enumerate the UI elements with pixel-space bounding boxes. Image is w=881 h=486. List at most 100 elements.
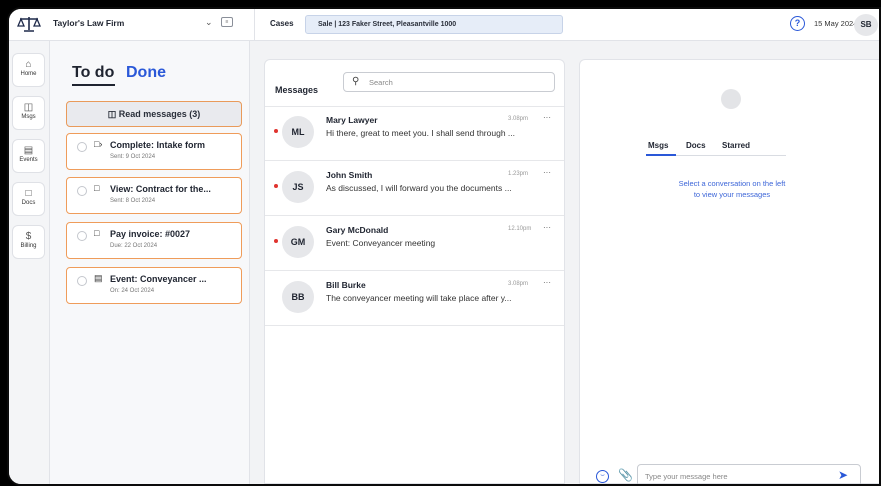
active-tab-underline [646,154,676,156]
tab-done[interactable]: Done [126,64,166,82]
message-input[interactable]: Type your message here ➤ [637,464,861,484]
sidebar-item-label: Docs [21,200,36,206]
sidebar-item-home[interactable]: ⌂ Home [12,53,45,87]
search-input[interactable]: ⚲ Search [343,72,555,92]
message-time: 12.10pm [508,226,532,232]
message-preview: Hi there, great to meet you. I shall sen… [326,128,515,138]
message-item[interactable]: GM Gary McDonald 12.10pm ··· Event: Conv… [265,217,564,271]
unread-dot [274,184,278,188]
app-window: Taylor's Law Firm ⌄ ≡ Cases Sale | 123 F… [7,7,881,486]
task-checkbox[interactable] [77,142,87,152]
sidebar-item-label: Billing [20,243,37,249]
search-icon: ⚲ [352,76,360,87]
messages-panel: Messages ⚲ Search ML Mary Lawyer 3.08pm … [264,59,565,484]
more-options-icon[interactable]: ··· [543,278,551,287]
scales-logo-icon[interactable] [17,16,41,32]
search-placeholder: Search [369,78,393,87]
task-date: Sent: 9 Oct 2024 [110,154,156,160]
avatar: JS [282,171,314,203]
sidebar: ⌂ Home ◫ Msgs ▤ Events □ Docs $ Billing [9,41,50,484]
sidebar-item-label: Msgs [21,114,36,120]
dollar-icon: $ [25,231,32,242]
tab-msgs[interactable]: Msgs [648,141,668,150]
empty-state-line: to view your messages [693,190,771,199]
message-preview: The conveyancer meeting will take place … [326,293,512,303]
tab-docs[interactable]: Docs [686,141,706,150]
task-date: Sent: 8 Oct 2024 [110,198,156,204]
sidebar-item-billing[interactable]: $ Billing [12,225,45,259]
message-time: 1.23pm [508,171,529,177]
send-icon[interactable]: ➤ [838,468,848,482]
empty-state-line: Select a conversation on the left [678,179,786,188]
message-preview: As discussed, I will forward you the doc… [326,183,512,193]
cases-label: Cases [270,19,294,28]
current-date: 15 May 2024 [814,19,858,28]
avatar [721,89,741,109]
home-icon: ⌂ [25,59,32,70]
document-arrow-icon: □› [94,139,103,149]
messages-title: Messages [275,85,319,95]
sidebar-item-label: Home [20,71,37,77]
tab-todo[interactable]: To do [72,64,114,82]
avatar: BB [282,281,314,313]
message-input-placeholder: Type your message here [645,472,728,481]
task-title: Complete: Intake form [110,140,206,150]
calendar-icon: ▤ [94,273,103,283]
task-item[interactable]: □› Complete: Intake form Sent: 9 Oct 202… [66,133,242,170]
unread-dot [274,129,278,133]
task-item[interactable]: □ View: Contract for the... Sent: 8 Oct … [66,177,242,214]
active-tab-underline [72,84,115,86]
todo-panel: To do Done ◫ Read messages (3) □› Comple… [50,41,250,484]
user-avatar[interactable]: SB [854,14,878,36]
help-icon[interactable]: ? [790,16,805,31]
task-title: Event: Conveyancer ... [110,274,207,284]
more-options-icon[interactable]: ··· [543,223,551,232]
message-time: 3.08pm [508,116,529,122]
chat-icon: ◫ [107,109,117,119]
read-messages-button[interactable]: ◫ Read messages (3) [66,101,242,127]
case-selector[interactable]: Sale | 123 Faker Street, Pleasantville 1… [305,15,563,34]
task-date: Due: 22 Oct 2024 [110,243,158,249]
sidebar-item-events[interactable]: ▤ Events [12,139,45,173]
message-time: 3.08pm [508,281,529,287]
message-item[interactable]: JS John Smith 1.23pm ··· As discussed, I… [265,162,564,216]
sender-name: Gary McDonald [326,225,389,235]
sender-name: Mary Lawyer [326,115,378,125]
task-date: On: 24 Oct 2024 [110,288,155,294]
document-icon: □ [25,188,32,199]
task-checkbox[interactable] [77,276,87,286]
conversation-panel: Msgs Docs Starred Select a conversation … [579,59,879,484]
more-options-icon[interactable]: ··· [543,113,551,122]
message-preview: Event: Conveyancer meeting [326,238,436,248]
avatar: ML [282,116,314,148]
task-title: View: Contract for the... [110,184,211,194]
avatar: GM [282,226,314,258]
tab-starred[interactable]: Starred [722,141,750,150]
sender-name: John Smith [326,170,373,180]
message-item[interactable]: ML Mary Lawyer 3.08pm ··· Hi there, grea… [265,107,564,161]
sidebar-item-msgs[interactable]: ◫ Msgs [12,96,45,130]
task-title: Pay invoice: #0027 [110,229,191,239]
messages-header: Messages ⚲ Search [265,60,564,107]
task-checkbox[interactable] [77,186,87,196]
document-icon: □ [94,228,100,238]
document-icon: □ [94,183,100,193]
task-item[interactable]: ▤ Event: Conveyancer ... On: 24 Oct 2024 [66,267,242,304]
firm-name[interactable]: Taylor's Law Firm [53,18,124,28]
chevron-down-icon[interactable]: ⌄ [205,17,213,28]
sidebar-item-docs[interactable]: □ Docs [12,182,45,216]
sidebar-item-label: Events [19,157,38,163]
unread-dot [274,239,278,243]
more-options-icon[interactable]: ··· [543,168,551,177]
divider [254,9,255,41]
emoji-icon[interactable]: ⌣ [596,470,609,483]
contact-card-icon[interactable]: ≡ [221,17,233,27]
message-item[interactable]: BB Bill Burke 3.08pm ··· The conveyancer… [265,272,564,326]
attachment-icon[interactable]: 📎 [618,468,633,482]
calendar-icon: ▤ [23,145,34,156]
top-bar: Taylor's Law Firm ⌄ ≡ Cases Sale | 123 F… [9,9,879,41]
task-checkbox[interactable] [77,231,87,241]
empty-state-message: Select a conversation on the left to vie… [640,178,824,200]
read-messages-label: Read messages (3) [118,109,201,119]
task-item[interactable]: □ Pay invoice: #0027 Due: 22 Oct 2024 [66,222,242,259]
